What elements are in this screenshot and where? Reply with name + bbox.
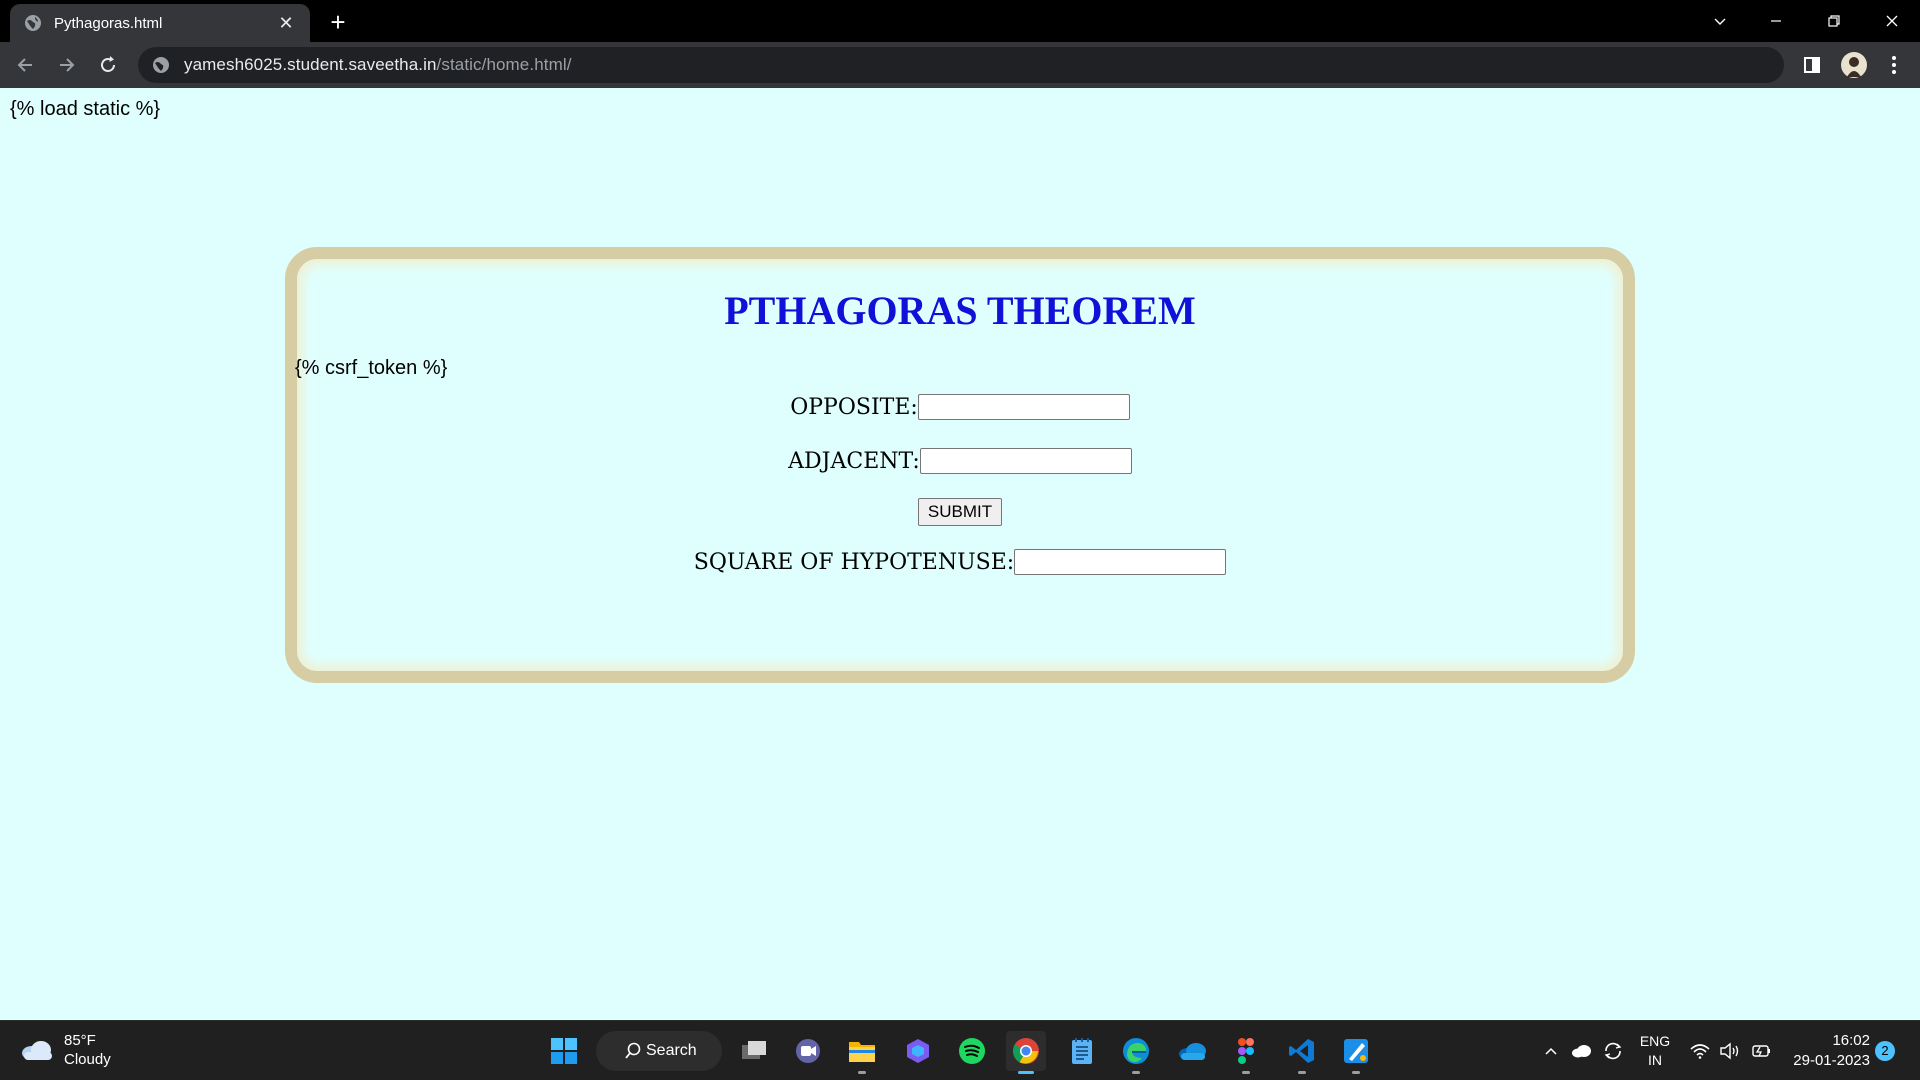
teams-chat-icon[interactable] <box>788 1031 828 1071</box>
copilot-app-icon[interactable] <box>898 1031 938 1071</box>
chrome-icon[interactable] <box>1006 1031 1046 1074</box>
hypotenuse-label: SQUARE OF HYPOTENUSE: <box>693 549 1015 575</box>
onedrive-icon[interactable] <box>1172 1031 1212 1071</box>
windows-taskbar: 85°F Cloudy Search ENG IN 16:02 29-01-20… <box>0 1020 1920 1080</box>
sync-icon[interactable] <box>1598 1021 1628 1080</box>
adjacent-label: ADJACENT: <box>788 448 920 474</box>
wifi-icon[interactable] <box>1686 1021 1714 1080</box>
url-text: yamesh6025.student.saveetha.in/static/ho… <box>184 55 572 75</box>
submit-button[interactable]: SUBMIT <box>917 498 1003 526</box>
running-indicator <box>1352 1071 1360 1074</box>
hypotenuse-output[interactable] <box>1014 549 1227 575</box>
opposite-row: OPPOSITE: <box>297 394 1623 420</box>
browser-toolbar: yamesh6025.student.saveetha.in/static/ho… <box>0 42 1920 88</box>
back-arrow-icon[interactable] <box>10 49 42 81</box>
notification-badge[interactable]: 2 <box>1875 1041 1895 1061</box>
opposite-input[interactable] <box>917 394 1130 420</box>
spotify-icon[interactable] <box>952 1031 992 1071</box>
load-static-text: {% load static %} <box>10 98 161 120</box>
minimize-icon[interactable] <box>1748 0 1804 42</box>
profile-avatar[interactable] <box>1838 49 1870 81</box>
tab-search-chevron-icon[interactable] <box>1692 0 1748 42</box>
adjacent-row: ADJACENT: <box>297 448 1623 474</box>
notepad-icon[interactable] <box>1062 1031 1102 1071</box>
close-window-icon[interactable] <box>1864 0 1920 42</box>
onedrive-tray-icon[interactable] <box>1566 1021 1596 1080</box>
clock-time: 16:02 <box>1832 1032 1870 1049</box>
page-viewport: {% load static %} PTHAGORAS THEOREM {% c… <box>0 88 1920 1020</box>
new-tab-button[interactable]: + <box>322 6 354 38</box>
paint-app-icon[interactable] <box>1336 1031 1376 1074</box>
globe-icon <box>25 15 41 31</box>
battery-icon[interactable] <box>1746 1021 1776 1080</box>
volume-icon[interactable] <box>1716 1021 1744 1080</box>
weather-temp: 85°F <box>64 1032 96 1049</box>
edge-icon[interactable] <box>1116 1031 1156 1074</box>
csrf-token-text: {% csrf_token %} <box>295 357 448 379</box>
running-indicator <box>858 1071 866 1074</box>
clock[interactable]: 16:02 29-01-2023 <box>1786 1031 1870 1071</box>
url-path: /static/home.html/ <box>436 55 572 74</box>
adjacent-input[interactable] <box>919 448 1132 474</box>
browser-tab-bar: Pythagoras.html ✕ + <box>0 0 1920 42</box>
url-host: yamesh6025.student.saveetha.in <box>184 55 437 74</box>
running-indicator <box>1018 1071 1034 1074</box>
reload-icon[interactable] <box>92 49 124 81</box>
forward-arrow-icon[interactable] <box>50 49 82 81</box>
language-region: IN <box>1648 1052 1662 1068</box>
site-info-icon[interactable] <box>152 56 170 74</box>
task-view-icon[interactable] <box>734 1031 774 1071</box>
running-indicator <box>1132 1071 1140 1074</box>
weather-widget[interactable]: 85°F Cloudy <box>20 1031 111 1069</box>
submit-row: SUBMIT <box>297 498 1623 526</box>
form-card: PTHAGORAS THEOREM {% csrf_token %} OPPOS… <box>285 247 1635 683</box>
start-windows-icon[interactable] <box>544 1031 584 1071</box>
weather-desc: Cloudy <box>64 1051 111 1068</box>
taskbar-search[interactable]: Search <box>596 1031 722 1071</box>
tab-title: Pythagoras.html <box>54 14 163 32</box>
hypotenuse-row: SQUARE OF HYPOTENUSE: <box>297 549 1623 575</box>
running-indicator <box>1298 1071 1306 1074</box>
language-indicator[interactable]: ENG IN <box>1634 1021 1676 1080</box>
file-explorer-icon[interactable] <box>842 1031 882 1074</box>
side-panel-icon[interactable] <box>1796 49 1828 81</box>
running-indicator <box>1242 1071 1250 1074</box>
language-code: ENG <box>1639 1033 1671 1049</box>
address-bar[interactable]: yamesh6025.student.saveetha.in/static/ho… <box>138 47 1784 83</box>
cloud-icon <box>22 1041 52 1060</box>
page-title: PTHAGORAS THEOREM <box>724 288 1196 333</box>
figma-icon[interactable] <box>1226 1031 1266 1074</box>
more-menu-icon[interactable] <box>1878 49 1910 81</box>
search-icon <box>625 1042 641 1059</box>
tab-close-icon[interactable]: ✕ <box>276 13 296 34</box>
restore-icon[interactable] <box>1806 0 1862 42</box>
opposite-label: OPPOSITE: <box>790 394 918 420</box>
browser-tab[interactable]: Pythagoras.html ✕ <box>10 4 310 42</box>
search-label: Search <box>646 1042 697 1059</box>
show-hidden-icons-chevron-icon[interactable] <box>1538 1021 1564 1080</box>
vscode-icon[interactable] <box>1282 1031 1322 1074</box>
clock-date: 29-01-2023 <box>1793 1052 1870 1069</box>
